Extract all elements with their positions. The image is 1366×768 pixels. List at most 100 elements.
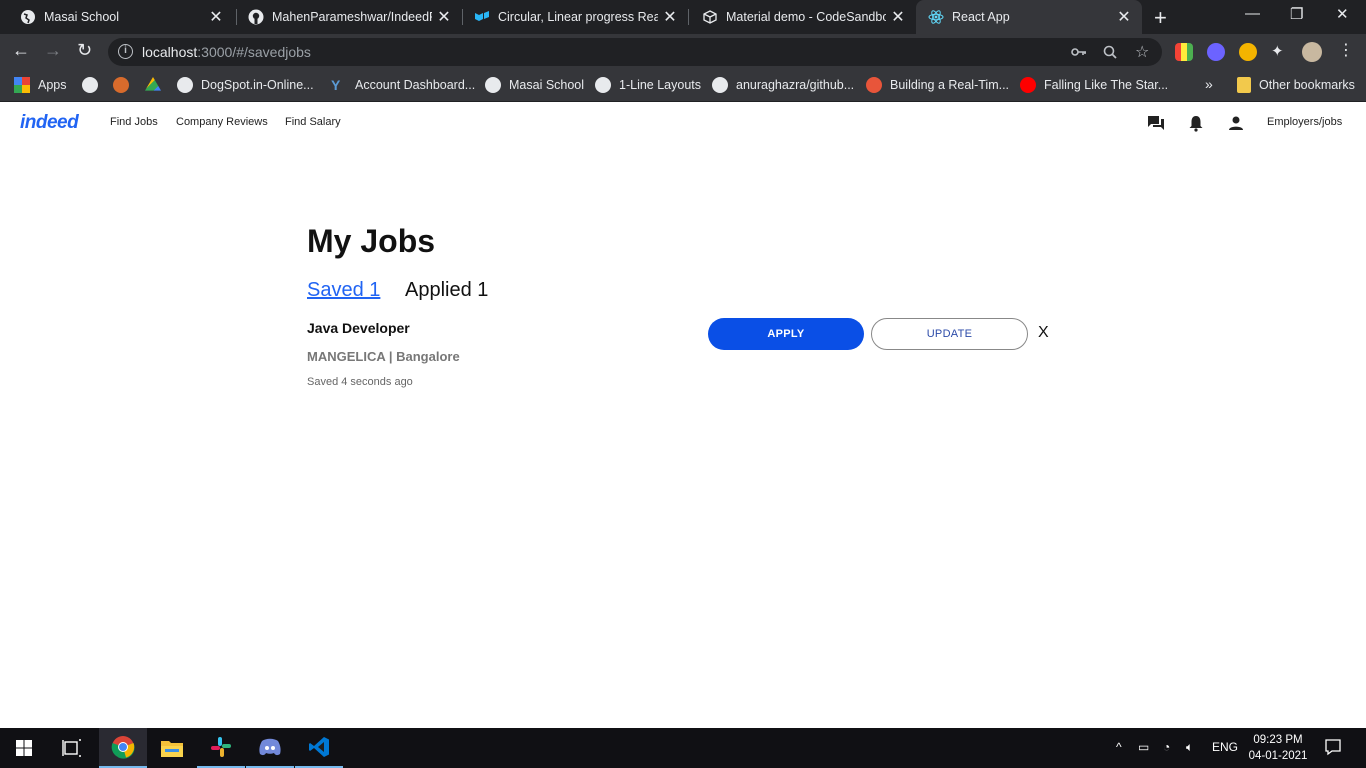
discord-icon[interactable] xyxy=(246,728,294,768)
clock-date: 04-01-2021 xyxy=(1248,750,1308,762)
bookmark-masai-school[interactable]: Masai School xyxy=(485,77,584,93)
profile-avatar[interactable] xyxy=(1302,42,1322,62)
back-arrow-icon[interactable]: ← xyxy=(12,40,30,61)
task-view-icon[interactable] xyxy=(48,728,96,768)
close-tab-icon[interactable]: ✕ xyxy=(432,7,456,27)
update-button[interactable]: UPDATE xyxy=(871,318,1028,350)
bookmark-figure[interactable] xyxy=(113,77,137,93)
job-title[interactable]: Java Developer xyxy=(307,320,410,336)
globe-icon xyxy=(82,77,98,93)
nav-find-salary[interactable]: Find Salary xyxy=(285,116,341,128)
extension-check-icon[interactable] xyxy=(1207,43,1225,61)
window-close-button[interactable]: ✕ xyxy=(1336,5,1349,23)
file-explorer-folder-icon[interactable] xyxy=(148,728,196,768)
url-path: :3000/#/savedjobs xyxy=(197,44,311,60)
remove-job-button[interactable]: X xyxy=(1038,324,1049,342)
globe-icon xyxy=(485,77,501,93)
chrome-menu-icon[interactable]: ⋮ xyxy=(1338,40,1354,60)
close-tab-icon[interactable]: ✕ xyxy=(886,7,910,27)
job-company-location: MANGELICA | Bangalore xyxy=(307,349,460,364)
basketball-icon xyxy=(866,77,882,93)
apps-grid-icon xyxy=(14,77,30,93)
globe-icon xyxy=(595,77,611,93)
bookmark-1-line-layouts[interactable]: 1-Line Layouts xyxy=(595,77,701,93)
extension-colorful-icon[interactable] xyxy=(1175,43,1193,61)
volume-icon[interactable]: 🔈︎ xyxy=(1186,740,1193,755)
tab-applied[interactable]: Applied 1 xyxy=(405,279,488,302)
page-title: My Jobs xyxy=(307,223,436,259)
url-host: localhost xyxy=(142,44,198,60)
notifications-action-center-icon[interactable] xyxy=(1324,738,1342,759)
tab-saved[interactable]: Saved 1 xyxy=(307,279,380,302)
browser-tab-github[interactable]: MahenParameshwar/IndeedRe ✕ xyxy=(228,0,462,34)
show-hidden-icons-chevron-icon[interactable]: ^ xyxy=(1116,740,1122,754)
bookmark-falling-like-the-stars[interactable]: Falling Like The Star... xyxy=(1020,77,1168,93)
address-bar[interactable]: i localhost:3000/#/savedjobs ☆ xyxy=(108,38,1162,66)
extensions-puzzle-icon[interactable]: ✦ xyxy=(1271,42,1289,60)
bookmarks-bar: Apps DogSpot.in-Online... Y Account Dash… xyxy=(0,70,1366,102)
windows-taskbar: ^ ▭ ◔ 🔈︎ ENG 09:23 PM 04-01-2021 xyxy=(0,728,1366,768)
nav-company-reviews[interactable]: Company Reviews xyxy=(176,116,268,128)
bookmark-dogspot[interactable]: DogSpot.in-Online... xyxy=(177,77,314,93)
forward-arrow-icon[interactable]: → xyxy=(44,40,62,61)
bookmark-anuraghazra[interactable]: anuraghazra/github... xyxy=(712,77,854,93)
browser-tab-masai[interactable]: Masai School ✕ xyxy=(0,0,234,34)
start-windows-icon[interactable] xyxy=(0,728,48,768)
bookmark-star-icon[interactable]: ☆ xyxy=(1135,42,1149,62)
globe-icon xyxy=(177,77,193,93)
bookmark-account-dashboard[interactable]: Y Account Dashboard... xyxy=(331,77,475,93)
url-text[interactable]: localhost:3000/#/savedjobs xyxy=(142,44,311,60)
github-icon xyxy=(248,9,264,25)
browser-toolbar: ← → ↻ i localhost:3000/#/savedjobs ☆ ✦ ⋮ xyxy=(0,34,1366,70)
battery-icon[interactable]: ▭ xyxy=(1138,740,1149,754)
site-header: indeed Find Jobs Company Reviews Find Sa… xyxy=(0,103,1366,141)
other-bookmarks[interactable]: Other bookmarks xyxy=(1237,77,1355,93)
site-info-icon[interactable]: i xyxy=(118,44,133,59)
bookmark-drive[interactable] xyxy=(145,77,169,93)
y-logo-icon: Y xyxy=(331,77,341,93)
minimize-button[interactable]: — xyxy=(1245,5,1260,22)
slack-icon[interactable] xyxy=(197,728,245,768)
browser-tab-material-ui[interactable]: Circular, Linear progress React ✕ xyxy=(454,0,688,34)
key-icon[interactable] xyxy=(1071,45,1087,61)
bookmark-globe[interactable] xyxy=(82,77,106,93)
bookmark-building-real-time[interactable]: Building a Real-Tim... xyxy=(866,77,1009,93)
saved-timestamp: Saved 4 seconds ago xyxy=(307,376,413,388)
notifications-bell-icon[interactable] xyxy=(1187,114,1205,132)
github-icon xyxy=(712,77,728,93)
react-icon xyxy=(928,9,944,25)
browser-tab-react-app[interactable]: React App ✕ xyxy=(916,0,1142,34)
nav-find-jobs[interactable]: Find Jobs xyxy=(110,116,158,128)
codesandbox-icon xyxy=(702,9,718,25)
system-clock[interactable]: 09:23 PM 04-01-2021 xyxy=(1246,732,1310,764)
apply-button[interactable]: APPLY xyxy=(708,318,864,350)
zoom-icon[interactable] xyxy=(1103,45,1117,62)
language-indicator[interactable]: ENG xyxy=(1212,740,1238,754)
close-tab-icon[interactable]: ✕ xyxy=(1112,7,1136,27)
reload-icon[interactable]: ↻ xyxy=(77,40,92,61)
browser-tab-codesandbox[interactable]: Material demo - CodeSandbox ✕ xyxy=(682,0,916,34)
employers-link[interactable]: Employers/jobs xyxy=(1267,116,1342,128)
close-tab-icon[interactable]: ✕ xyxy=(204,7,228,27)
page-content: indeed Find Jobs Company Reviews Find Sa… xyxy=(0,103,1366,728)
indeed-logo[interactable]: indeed xyxy=(20,112,79,134)
folder-icon xyxy=(1237,77,1251,93)
more-bookmarks-chevron-icon[interactable]: » xyxy=(1205,76,1213,92)
chrome-taskbar-icon[interactable] xyxy=(99,728,147,768)
youtube-icon xyxy=(1020,77,1036,93)
material-ui-icon xyxy=(474,9,490,25)
close-tab-icon[interactable]: ✕ xyxy=(658,7,682,27)
drive-icon xyxy=(145,77,161,91)
wifi-icon[interactable]: ◔ xyxy=(1163,740,1170,754)
vscode-icon[interactable] xyxy=(295,728,343,768)
browser-tab-strip: Masai School ✕ MahenParameshwar/IndeedRe… xyxy=(0,0,1366,34)
new-tab-button[interactable]: + xyxy=(1154,5,1167,31)
account-person-icon[interactable] xyxy=(1227,114,1245,132)
bookmark-apps[interactable]: Apps xyxy=(14,77,67,93)
globe-icon xyxy=(20,9,36,25)
messages-icon[interactable] xyxy=(1147,114,1165,132)
clock-time: 09:23 PM xyxy=(1253,734,1303,746)
restore-button[interactable]: ❐ xyxy=(1290,5,1303,23)
figure-icon xyxy=(113,77,129,93)
extension-face-icon[interactable] xyxy=(1239,43,1257,61)
